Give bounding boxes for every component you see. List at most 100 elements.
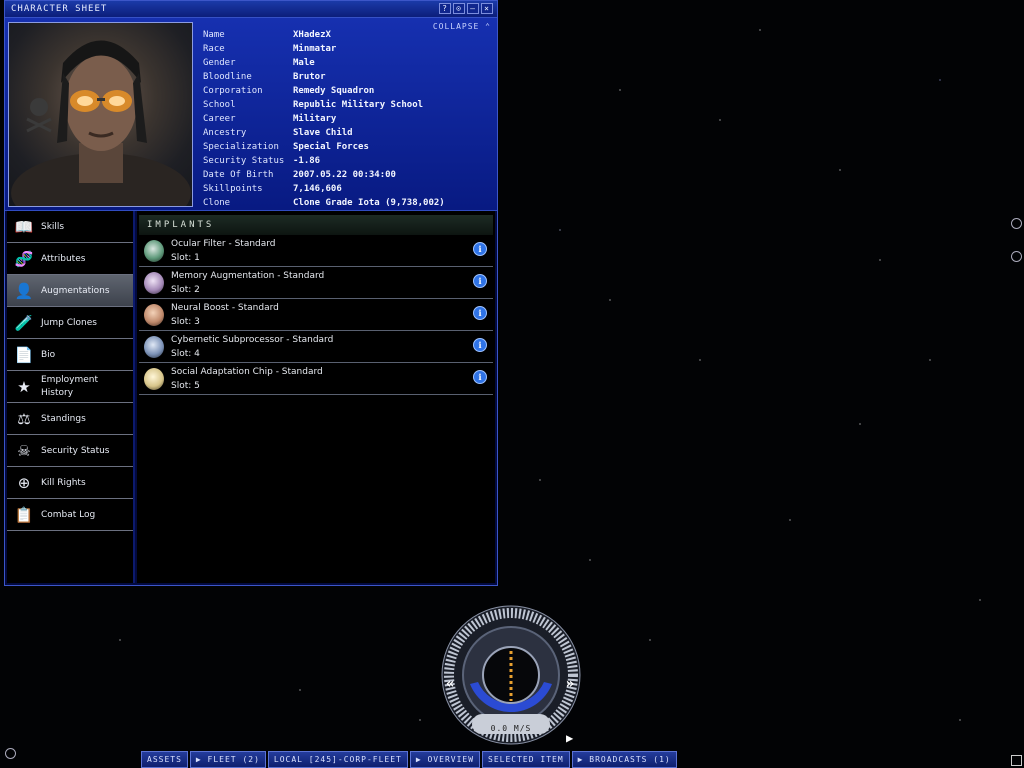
nav-label: Skills	[41, 221, 65, 232]
info-row: Clone Clone Grade Iota (9,738,002)	[203, 196, 445, 210]
info-label: Skillpoints	[203, 184, 263, 194]
info-row: Corporation Remedy Squadron	[203, 84, 445, 98]
nav-item-bio[interactable]: 📄 Bio	[7, 339, 133, 371]
tab-local[interactable]: LOCAL [245]-CORP-FLEET	[267, 751, 408, 768]
info-row: Date Of Birth 2007.05.22 00:34:00	[203, 168, 445, 182]
info-value: 2007.05.22 00:34:00	[293, 170, 396, 180]
info-row: Specialization Special Forces	[203, 140, 445, 154]
info-label: Gender	[203, 58, 236, 68]
standings-icon: ⚖	[17, 409, 31, 428]
tab-overview[interactable]: ▶ OVERVIEW	[409, 751, 481, 768]
chevron-up-icon: ⌃	[485, 22, 491, 31]
attributes-icon: 🧬	[14, 249, 34, 268]
nav-item-security-status[interactable]: ☠ Security Status	[7, 435, 133, 467]
info-icon[interactable]: i	[473, 274, 487, 288]
implant-name: Cybernetic Subprocessor - Standard	[171, 335, 334, 345]
implant-icon	[144, 272, 164, 294]
tab-assets[interactable]: ASSETS	[141, 751, 188, 768]
circle-icon[interactable]	[5, 748, 16, 759]
info-value: Minmatar	[293, 44, 337, 54]
info-icon[interactable]: i	[473, 242, 487, 256]
help-button[interactable]: ?	[439, 3, 451, 14]
info-label: Name	[203, 30, 225, 40]
info-row: Career Military	[203, 112, 445, 126]
implant-row[interactable]: Memory Augmentation - Standard Slot: 2 i	[139, 267, 493, 299]
nav-item-augmentations[interactable]: 👤 Augmentations	[7, 275, 133, 307]
info-row: Name XHadezX	[203, 28, 445, 42]
implant-row[interactable]: Cybernetic Subprocessor - Standard Slot:…	[139, 331, 493, 363]
info-label: School	[203, 100, 236, 110]
info-value: Special Forces	[293, 142, 369, 152]
crosshair-icon: ⊕	[17, 473, 31, 492]
info-value: Clone Grade Iota (9,738,002)	[293, 198, 445, 208]
window-titlebar[interactable]: CHARACTER SHEET ? ⊙ – ×	[5, 1, 497, 18]
character-portrait[interactable]	[8, 22, 193, 207]
info-icon[interactable]: i	[473, 306, 487, 320]
info-icon[interactable]: i	[473, 370, 487, 384]
sheet-body: 📖 Skills 🧬 Attributes 👤 Augmentations 🧪 Jump…	[5, 211, 497, 585]
info-label: Corporation	[203, 86, 263, 96]
info-value: Military	[293, 114, 337, 124]
info-row: Skillpoints 7,146,606	[203, 182, 445, 196]
bottom-tabs: ASSETS ▶ FLEET (2) LOCAL [245]-CORP-FLEE…	[141, 751, 677, 768]
close-button[interactable]: ×	[481, 3, 493, 14]
tab-fleet[interactable]: ▶ FLEET (2)	[189, 751, 266, 768]
tab-selected-item[interactable]: SELECTED ITEM	[482, 751, 570, 768]
nav-item-standings[interactable]: ⚖ Standings	[7, 403, 133, 435]
nav-label: Kill Rights	[41, 477, 86, 488]
nav-label: Bio	[41, 349, 56, 360]
nav-item-skills[interactable]: 📖 Skills	[7, 211, 133, 243]
implant-row[interactable]: Neural Boost - Standard Slot: 3 i	[139, 299, 493, 331]
character-summary: COLLAPSE ⌃ Name XHadezX Race Minmatar Gend…	[5, 18, 497, 212]
nav-label: Attributes	[41, 253, 86, 264]
info-row: Ancestry Slave Child	[203, 126, 445, 140]
hud-left-arrows[interactable]: «	[446, 676, 454, 692]
implant-slot: Slot: 1	[171, 253, 200, 263]
play-icon[interactable]: ▶	[566, 731, 573, 745]
info-value[interactable]: Remedy Squadron	[293, 84, 374, 98]
nav-item-combat-log[interactable]: 📋 Combat Log	[7, 499, 133, 531]
implant-icon	[144, 304, 164, 326]
minimize-button[interactable]: –	[467, 3, 479, 14]
square-icon[interactable]	[1011, 755, 1022, 766]
implant-slot: Slot: 2	[171, 285, 200, 295]
info-label: Date Of Birth	[203, 170, 274, 180]
implant-name: Memory Augmentation - Standard	[171, 271, 325, 281]
implant-icon	[144, 336, 164, 358]
implant-slot: Slot: 4	[171, 349, 200, 359]
info-label: Career	[203, 114, 236, 124]
implant-slot: Slot: 5	[171, 381, 200, 391]
implant-row[interactable]: Social Adaptation Chip - Standard Slot: …	[139, 363, 493, 395]
character-info-list: Name XHadezX Race Minmatar Gender Male Bloo…	[203, 28, 445, 210]
book-icon: 📖	[14, 217, 34, 236]
sheet-sidebar: 📖 Skills 🧬 Attributes 👤 Augmentations 🧪 Jump…	[7, 211, 135, 583]
info-value: Slave Child	[293, 128, 353, 138]
nav-item-kill-rights[interactable]: ⊕ Kill Rights	[7, 467, 133, 499]
implant-slot: Slot: 3	[171, 317, 200, 327]
options-button[interactable]: ⊙	[453, 3, 465, 14]
nav-item-employment-history[interactable]: ★ Employment History	[7, 371, 133, 403]
implant-name: Neural Boost - Standard	[171, 303, 279, 313]
nav-label: Jump Clones	[41, 317, 97, 328]
implant-icon	[144, 368, 164, 390]
info-value: Brutor	[293, 72, 326, 82]
info-icon[interactable]: i	[473, 338, 487, 352]
tab-broadcasts[interactable]: ▶ BROADCASTS (1)	[571, 751, 677, 768]
combat-log-icon: 📋	[14, 505, 34, 524]
nav-item-jump-clones[interactable]: 🧪 Jump Clones	[7, 307, 133, 339]
info-label: Bloodline	[203, 72, 252, 82]
info-row: Gender Male	[203, 56, 445, 70]
augmentation-icon: 👤	[14, 281, 34, 300]
info-row: Security Status -1.86	[203, 154, 445, 168]
circle-icon[interactable]	[1011, 218, 1022, 229]
ship-hud: « » 0.0 M/S	[440, 604, 582, 746]
nav-label: Security Status	[41, 445, 110, 456]
info-label: Security Status	[203, 156, 285, 166]
info-value: Male	[293, 58, 315, 68]
info-value: XHadezX	[293, 30, 331, 40]
info-row: School Republic Military School	[203, 98, 445, 112]
nav-item-attributes[interactable]: 🧬 Attributes	[7, 243, 133, 275]
circle-icon[interactable]	[1011, 251, 1022, 262]
implant-row[interactable]: Ocular Filter - Standard Slot: 1 i	[139, 235, 493, 267]
hud-right-arrows[interactable]: »	[566, 676, 574, 692]
